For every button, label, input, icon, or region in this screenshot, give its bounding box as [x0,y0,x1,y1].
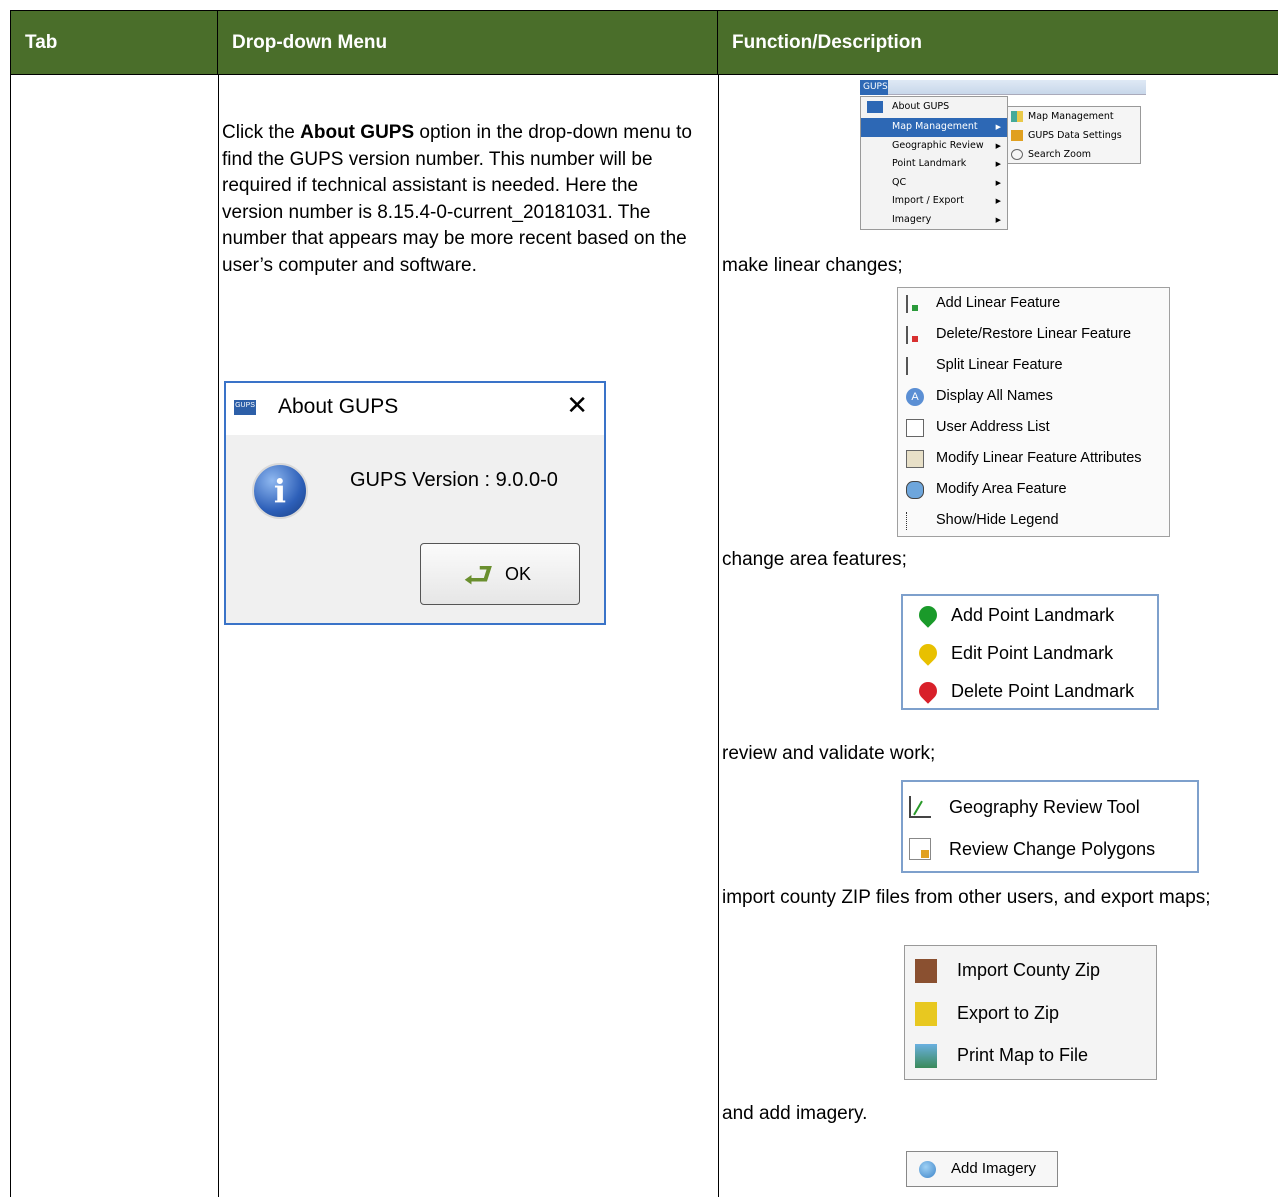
settings-icon [1011,130,1023,141]
desc-import-export: import county ZIP files from other users… [722,887,1211,908]
gups-menu-screenshot: GUPS About GUPS Map Management ▶ Geograph… [860,80,1146,230]
column-divider [718,75,719,1197]
legend-icon [906,512,924,530]
export-zip-icon [915,1002,937,1026]
menu-item-imagery[interactable]: Imagery ▶ [861,211,1007,230]
menu-item-delete-linear[interactable]: Delete/Restore Linear Feature [898,319,1169,350]
gups-logo-icon [867,101,883,113]
split-linear-icon [906,357,924,375]
modify-attributes-icon [906,450,924,468]
menu-item-print-map[interactable]: Print Map to File [905,1034,1156,1076]
menu-item-address-list[interactable]: User Address List [898,412,1169,443]
ok-label: OK [505,564,532,584]
search-zoom-icon [1011,149,1023,160]
menu-item-import-export[interactable]: Import / Export ▶ [861,192,1007,211]
map-management-submenu: Map Management GUPS Data Settings Search… [1007,106,1141,164]
modify-area-icon [906,481,924,499]
desc-imagery: and add imagery. [722,1103,868,1124]
header-dropdown-menu: Drop-down Menu [218,11,718,75]
info-icon: i [252,463,308,519]
gups-dropdown: About GUPS Map Management ▶ Geographic Re… [860,96,1008,230]
about-gups-instructions: Click the About GUPS option in the drop-… [222,122,692,276]
print-map-icon [915,1044,937,1068]
menu-item-legend[interactable]: Show/Hide Legend [898,505,1169,536]
menu-item-import-zip[interactable]: Import County Zip [905,949,1156,991]
add-linear-icon [906,295,924,313]
edit-point-icon [915,640,941,666]
submenu-item-map-management[interactable]: Map Management [1008,107,1114,126]
import-zip-icon [915,959,937,983]
add-imagery-icon [919,1161,936,1178]
menu-bar: GUPS [860,80,1146,95]
return-arrow-icon: ⮐ [463,556,494,596]
version-label: GUPS Version : 9.0.0-0 [350,469,558,491]
menu-item-add-imagery[interactable]: Add Imagery [907,1152,1036,1186]
desc-linear: make linear changes; [722,255,903,276]
menu-item-export-zip[interactable]: Export to Zip [905,992,1156,1034]
point-landmark-menu: Add Point Landmark Edit Point Landmark D… [901,594,1159,710]
linear-menu: Add Linear Feature Delete/Restore Linear… [897,287,1170,537]
gups-menu-tab[interactable]: GUPS [860,80,888,95]
menu-item-change-polygons[interactable]: Review Change Polygons [903,829,1197,869]
menu-item-about-gups[interactable]: About GUPS [861,98,1007,117]
about-gups-bold: About GUPS [300,122,415,143]
gups-logo-icon: GUPS [234,400,256,418]
about-gups-dialog: GUPS About GUPS ✕ i GUPS Version : 9.0.0… [224,381,606,625]
menu-item-geo-review[interactable]: Geography Review Tool [903,787,1197,827]
menu-item-modify-linear[interactable]: Modify Linear Feature Attributes [898,443,1169,474]
menu-item-display-names[interactable]: A Display All Names [898,381,1169,412]
menu-item-modify-area[interactable]: Modify Area Feature [898,474,1169,505]
menu-item-point-landmark[interactable]: Point Landmark ▶ [861,155,1007,174]
address-list-icon [906,419,924,437]
menu-item-edit-point[interactable]: Edit Point Landmark [903,634,1157,672]
desc-area: change area features; [722,549,907,570]
menu-item-map-management[interactable]: Map Management ▶ [861,118,1007,137]
table-header: Tab Drop-down Menu Function/Description [11,11,1278,75]
delete-point-icon [915,678,941,704]
ok-button[interactable]: ⮐ OK [420,543,580,605]
geo-review-icon [909,796,931,818]
header-function-description: Function/Description [732,32,922,53]
column-divider [218,75,219,1197]
dialog-title: About GUPS [278,395,399,418]
header-tab: Tab [11,11,218,75]
menu-item-geographic-review[interactable]: Geographic Review ▶ [861,137,1007,156]
imagery-menu: Add Imagery [906,1151,1058,1187]
submenu-item-data-settings[interactable]: GUPS Data Settings [1008,126,1122,145]
map-icon [1011,111,1023,122]
menu-item-qc[interactable]: QC ▶ [861,174,1007,193]
menu-item-split-linear[interactable]: Split Linear Feature [898,350,1169,381]
display-names-icon: A [906,388,924,406]
menu-item-delete-point[interactable]: Delete Point Landmark [903,672,1157,710]
desc-review: review and validate work; [722,743,936,764]
review-menu: Geography Review Tool Review Change Poly… [901,780,1199,873]
delete-linear-icon [906,326,924,344]
submenu-item-search-zoom[interactable]: Search Zoom [1008,145,1091,164]
change-polygons-icon [909,838,931,860]
add-point-icon [915,602,941,628]
dialog-titlebar: GUPS About GUPS ✕ [226,383,604,435]
import-export-menu: Import County Zip Export to Zip Print Ma… [904,945,1157,1080]
menu-item-add-point[interactable]: Add Point Landmark [903,596,1157,634]
menu-item-add-linear[interactable]: Add Linear Feature [898,288,1169,319]
close-icon[interactable]: ✕ [566,391,588,421]
